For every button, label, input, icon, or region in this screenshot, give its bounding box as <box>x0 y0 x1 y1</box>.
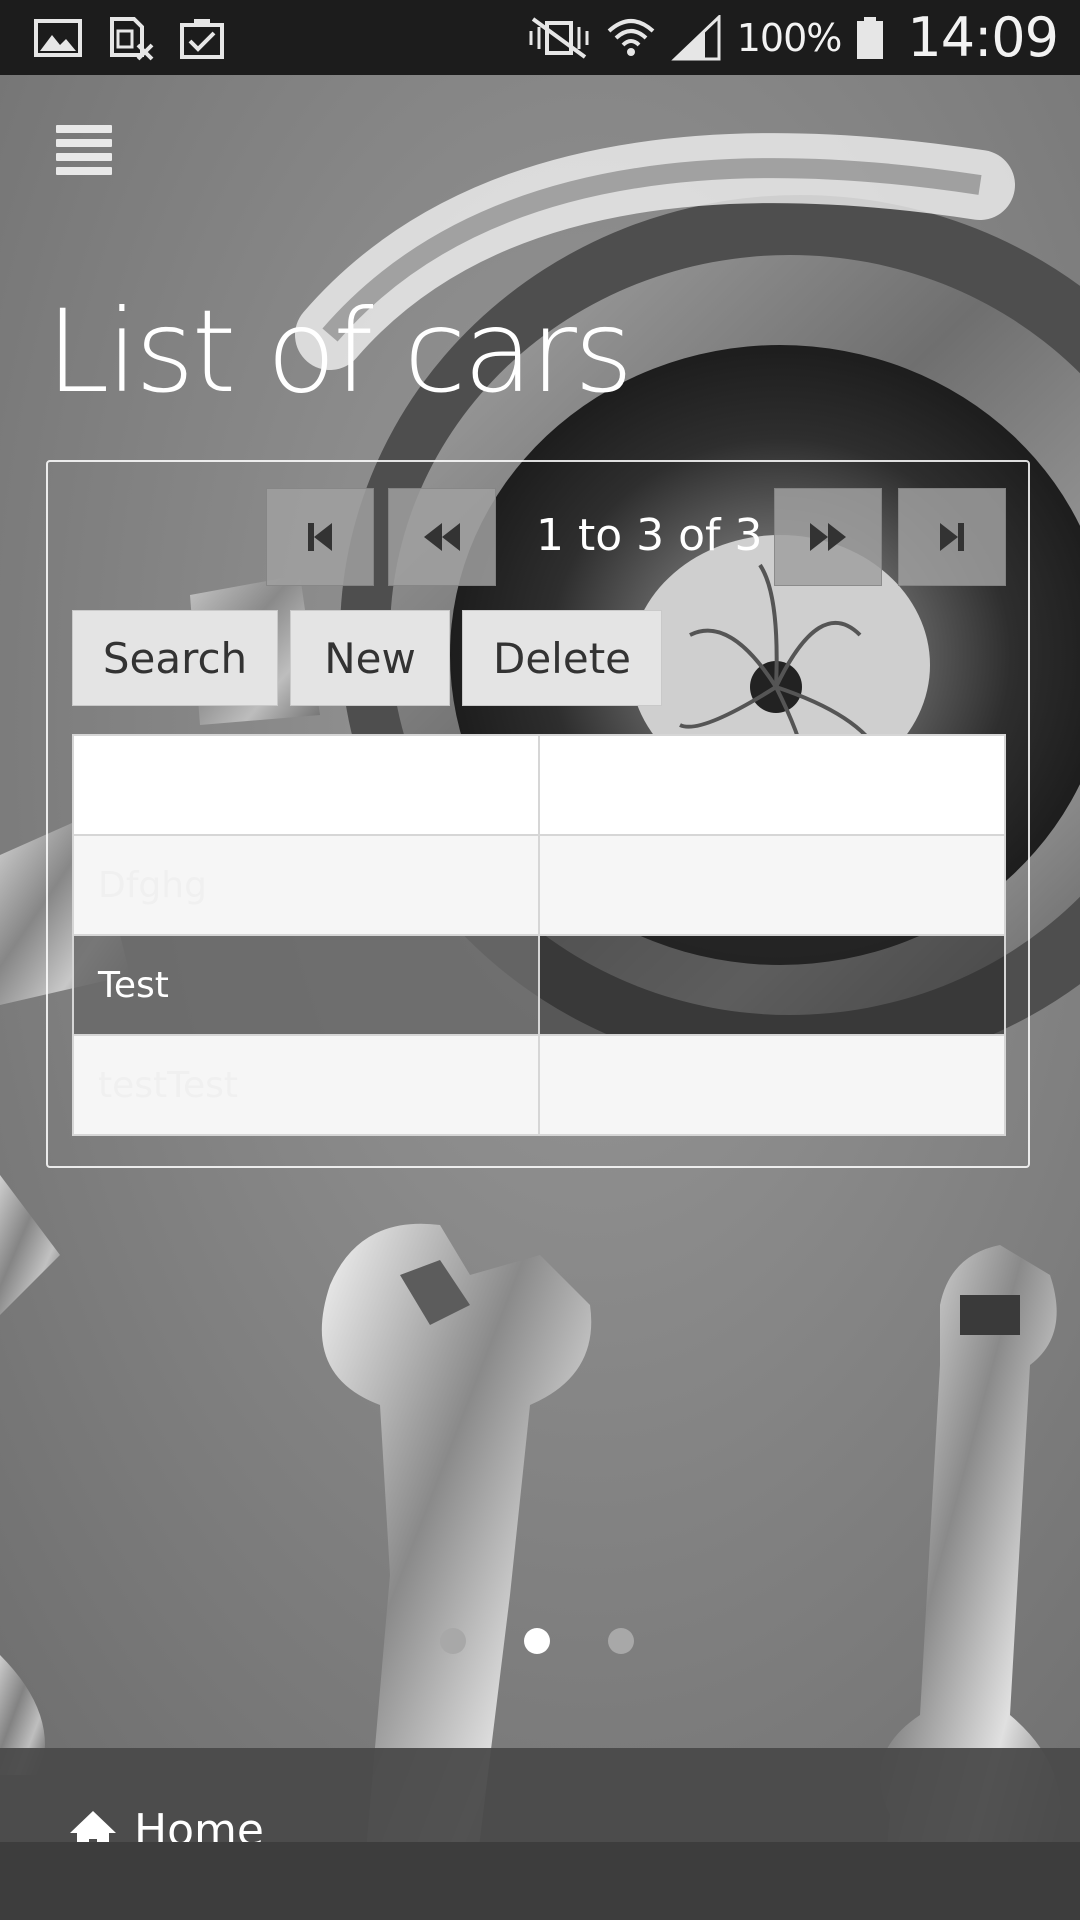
table-cell <box>538 1034 1006 1136</box>
previous-page-button[interactable] <box>388 488 496 586</box>
hamburger-line <box>56 167 112 175</box>
carousel-indicators <box>440 1628 634 1654</box>
delete-button[interactable]: Delete <box>462 610 662 706</box>
next-page-button[interactable] <box>774 488 882 586</box>
carousel-dot[interactable] <box>440 1628 466 1654</box>
pager: 1 to 3 of 3 <box>48 488 1028 588</box>
vibrate-silent-icon <box>529 16 589 59</box>
hamburger-menu-icon <box>56 125 112 133</box>
carousel-dot[interactable] <box>608 1628 634 1654</box>
gallery-icon <box>34 18 82 57</box>
menu-button[interactable] <box>56 125 112 175</box>
table-cell-name: testTest <box>72 1034 540 1136</box>
battery-percent: 100% <box>736 15 843 60</box>
previous-page-icon <box>424 523 460 551</box>
sim-error-icon <box>110 16 154 60</box>
table-row[interactable]: testTest <box>72 1034 1006 1136</box>
first-page-button[interactable] <box>266 488 374 586</box>
page-title: List of cars <box>46 285 633 418</box>
bottom-strip <box>0 1842 1080 1920</box>
table-cell-name: Test <box>72 934 540 1036</box>
search-button[interactable]: Search <box>72 610 278 706</box>
table-header-row <box>72 734 1006 836</box>
wifi-icon <box>607 18 655 56</box>
cars-list-panel: 1 to 3 of 3 Search New Delete Dfghg Test… <box>46 460 1030 1168</box>
hamburger-line <box>56 139 112 147</box>
status-bar: 100% 14:09 <box>0 0 1080 75</box>
signal-icon <box>670 14 721 60</box>
next-page-icon <box>810 523 846 551</box>
first-page-icon <box>308 523 332 551</box>
table-cell <box>538 834 1006 936</box>
last-page-button[interactable] <box>898 488 1006 586</box>
table-header-cell[interactable] <box>538 734 1006 836</box>
table-header-cell[interactable] <box>72 734 540 836</box>
table-cell-name: Dfghg <box>72 834 540 936</box>
table-row-selected[interactable]: Test <box>72 934 1006 1036</box>
carousel-dot-active[interactable] <box>524 1628 550 1654</box>
new-button[interactable]: New <box>290 610 450 706</box>
hamburger-line <box>56 153 112 161</box>
last-page-icon <box>940 523 964 551</box>
battery-icon <box>857 16 884 59</box>
clock-time: 14:09 <box>907 6 1059 69</box>
table-cell <box>538 934 1006 1036</box>
cars-table: Dfghg Test testTest <box>72 734 1006 1136</box>
task-check-icon <box>180 18 224 59</box>
table-row[interactable]: Dfghg <box>72 834 1006 936</box>
action-buttons: Search New Delete <box>72 610 662 706</box>
pager-info: 1 to 3 of 3 <box>536 510 763 561</box>
